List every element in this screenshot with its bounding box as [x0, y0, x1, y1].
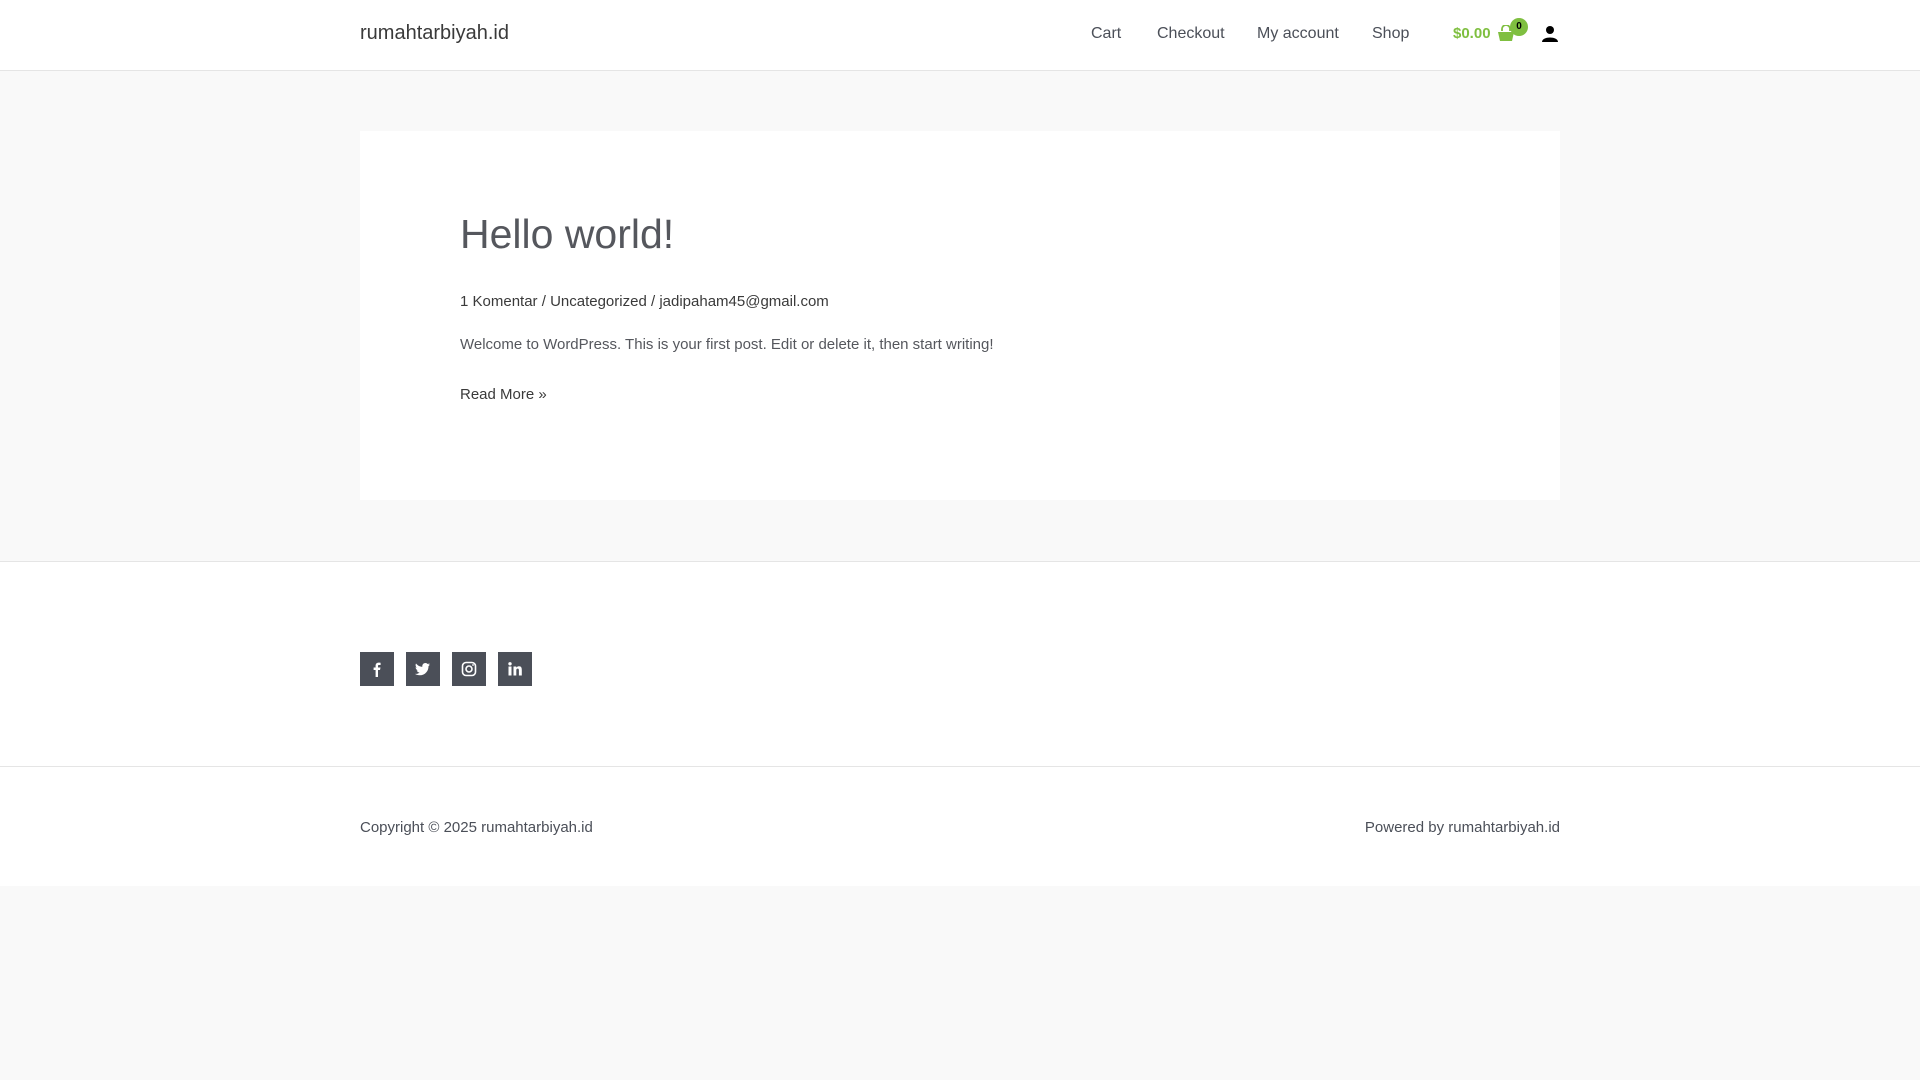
post-excerpt: Welcome to WordPress. This is your first…: [460, 336, 994, 353]
read-more-link[interactable]: Read More »: [460, 386, 547, 403]
linkedin-icon[interactable]: [498, 652, 532, 686]
footer-widgets: [0, 561, 1920, 766]
meta-separator: /: [541, 293, 551, 310]
nav-checkout[interactable]: Checkout: [1157, 25, 1225, 43]
powered-by-text: Powered by rumahtarbiyah.id: [1364, 819, 1560, 836]
cart-count-badge: 0: [1510, 18, 1528, 36]
nav-my-account[interactable]: My account: [1257, 25, 1339, 43]
post-meta: 1 Komentar / Uncategorized / jadipaham45…: [460, 293, 829, 310]
cart-total[interactable]: $0.00: [1453, 25, 1491, 42]
copyright-text: Copyright © 2025 rumahtarbiyah.id: [360, 819, 593, 836]
comments-link[interactable]: 1 Komentar: [460, 293, 538, 310]
author-link[interactable]: jadipaham45@gmail.com: [659, 293, 828, 310]
instagram-icon[interactable]: [452, 652, 486, 686]
nav-shop[interactable]: Shop: [1372, 25, 1409, 43]
post-card: Hello world! 1 Komentar / Uncategorized …: [360, 131, 1560, 500]
nav-cart[interactable]: Cart: [1091, 25, 1121, 43]
facebook-icon[interactable]: [360, 652, 394, 686]
user-account-icon[interactable]: [1541, 25, 1559, 43]
post-title[interactable]: Hello world!: [460, 211, 674, 258]
site-header: rumahtarbiyah.id Cart Checkout My accoun…: [0, 0, 1920, 71]
footer-bottom: Copyright © 2025 rumahtarbiyah.id Powere…: [0, 766, 1920, 886]
twitter-icon[interactable]: [406, 652, 440, 686]
site-title[interactable]: rumahtarbiyah.id: [360, 22, 509, 45]
category-link[interactable]: Uncategorized: [550, 293, 647, 310]
